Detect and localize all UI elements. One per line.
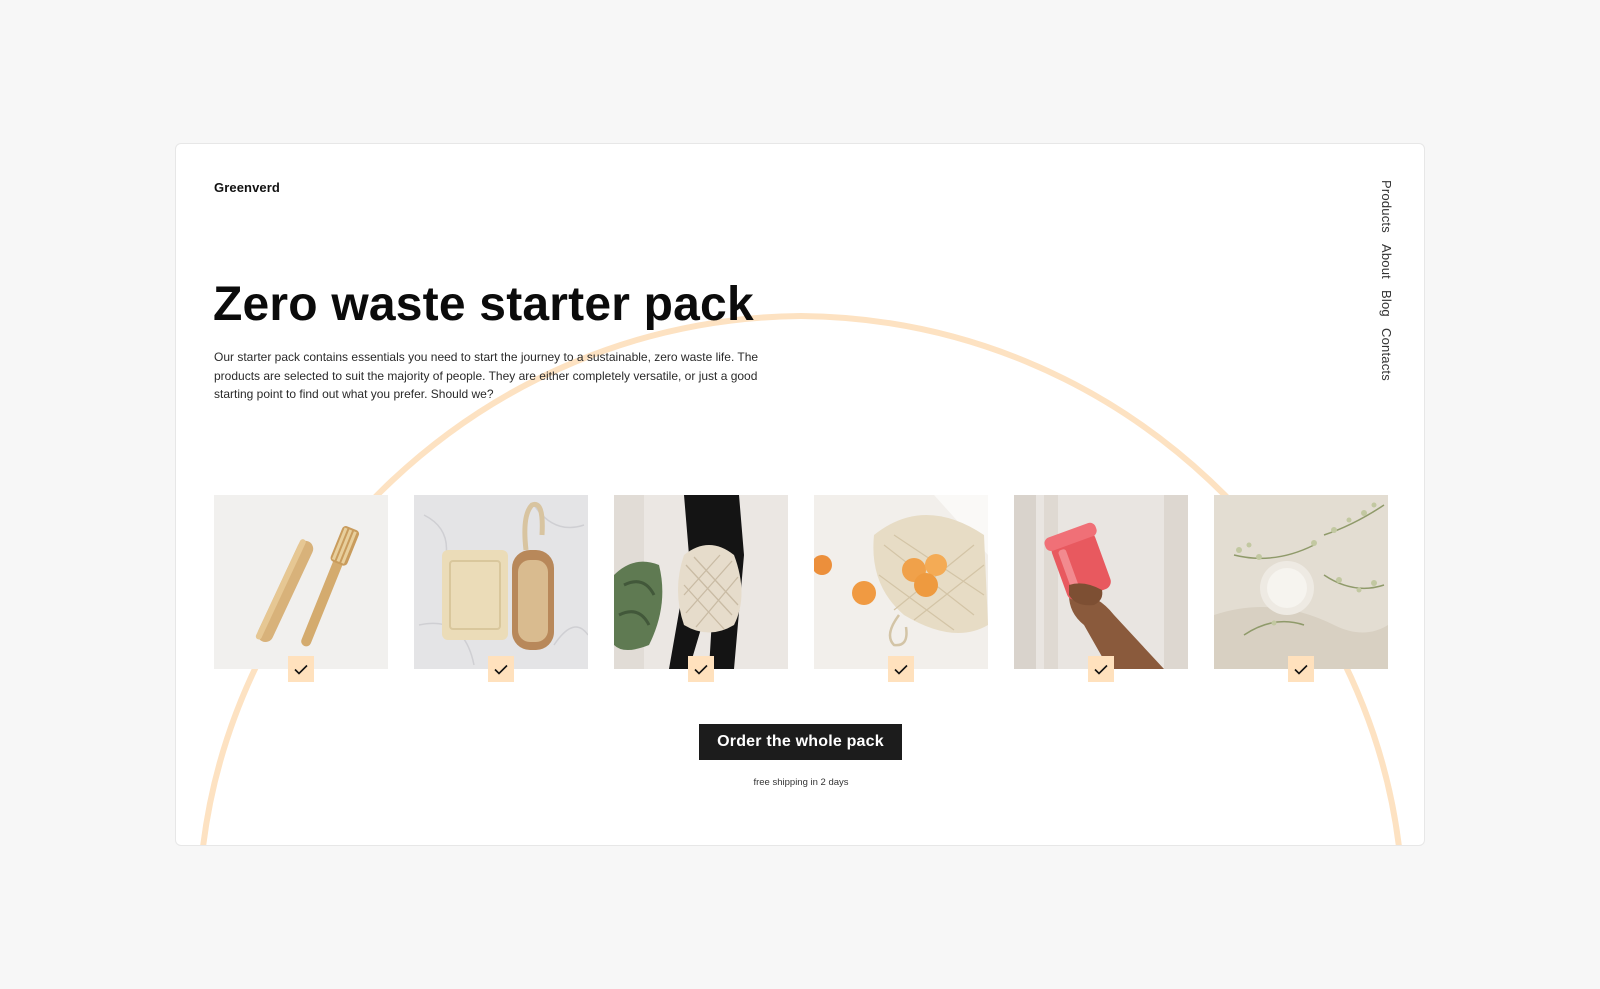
nav-blog[interactable]: Blog bbox=[1379, 290, 1394, 317]
nav-products[interactable]: Products bbox=[1379, 180, 1394, 233]
nav-about[interactable]: About bbox=[1379, 244, 1394, 279]
produce-bag-with-apricots-image bbox=[814, 495, 988, 669]
reusable-cup-image bbox=[1014, 495, 1188, 669]
soap-and-brush-image bbox=[414, 495, 588, 669]
checkmark-icon[interactable] bbox=[688, 656, 714, 682]
checkmark-icon[interactable] bbox=[888, 656, 914, 682]
page-title: Zero waste starter pack bbox=[213, 278, 754, 331]
product-card[interactable] bbox=[814, 495, 988, 682]
mesh-shopping-bag-image bbox=[614, 495, 788, 669]
checkmark-icon[interactable] bbox=[1288, 656, 1314, 682]
nav-contacts[interactable]: Contacts bbox=[1379, 328, 1394, 381]
brand-logo[interactable]: Greenverd bbox=[214, 180, 280, 195]
bamboo-toothbrush-image bbox=[214, 495, 388, 669]
product-card[interactable] bbox=[1214, 495, 1388, 682]
vertical-nav: Products About Blog Contacts bbox=[1379, 180, 1394, 381]
shipping-note: free shipping in 2 days bbox=[753, 777, 849, 788]
order-whole-pack-button[interactable]: Order the whole pack bbox=[699, 724, 902, 760]
product-card[interactable] bbox=[414, 495, 588, 682]
checkmark-icon[interactable] bbox=[488, 656, 514, 682]
product-card[interactable] bbox=[1014, 495, 1188, 682]
product-card[interactable] bbox=[614, 495, 788, 682]
hero-description: Our starter pack contains essentials you… bbox=[214, 350, 759, 401]
main-card: Greenverd Products About Blog Contacts Z… bbox=[175, 143, 1425, 846]
product-list bbox=[214, 495, 1388, 682]
solid-deodorant-with-flowers-image bbox=[1214, 495, 1388, 669]
product-card[interactable] bbox=[214, 495, 388, 682]
checkmark-icon[interactable] bbox=[288, 656, 314, 682]
checkmark-icon[interactable] bbox=[1088, 656, 1114, 682]
